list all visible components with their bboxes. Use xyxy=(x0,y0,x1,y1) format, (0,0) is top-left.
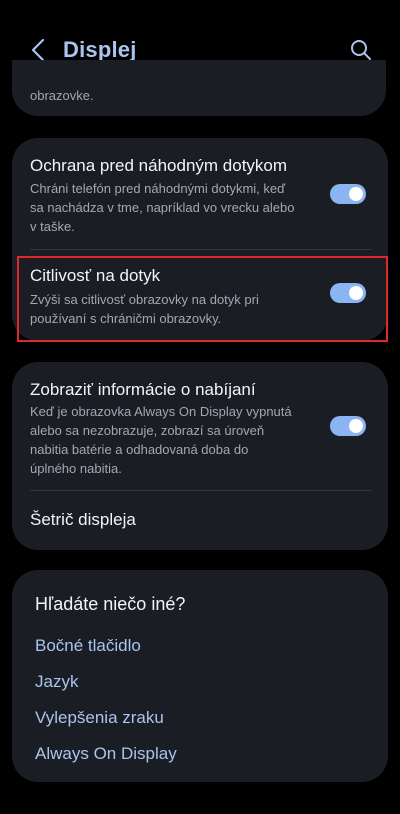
charging-info-title: Zobraziť informácie o nabíjaní xyxy=(30,380,256,399)
screen-saver-row[interactable]: Šetrič displeja xyxy=(12,491,388,550)
previous-settings-card: obrazovke. xyxy=(12,60,386,116)
charging-info-desc-line-1: Keď je obrazovka Always On Display vypnu… xyxy=(30,404,292,419)
screen-saver-title: Šetrič displeja xyxy=(30,510,136,529)
charging-info-desc-line-2: alebo sa nezobrazuje, zobrazí sa úroveň xyxy=(30,423,265,438)
previous-setting-description: obrazovke. xyxy=(30,88,94,103)
suggestions-title: Hľadáte niečo iné? xyxy=(35,594,186,614)
suggestion-link-visibility-enhancements[interactable]: Vylepšenia zraku xyxy=(35,708,164,728)
accidental-touch-toggle[interactable] xyxy=(330,184,366,204)
charging-info-row[interactable]: Zobraziť informácie o nabíjaní Keď je ob… xyxy=(12,362,388,490)
accidental-touch-desc-line-3: v taške. xyxy=(30,219,75,234)
charging-settings-card: Zobraziť informácie o nabíjaní Keď je ob… xyxy=(12,362,388,550)
charging-info-toggle[interactable] xyxy=(330,416,366,436)
highlight-box xyxy=(17,256,388,342)
toggle-knob xyxy=(349,187,363,201)
back-chevron-icon xyxy=(31,38,45,62)
charging-info-desc-line-4: úplného nabitia. xyxy=(30,461,122,476)
accidental-touch-desc-line-1: Chráni telefón pred náhodnými dotykmi, k… xyxy=(30,181,286,196)
suggestion-link-side-button[interactable]: Bočné tlačidlo xyxy=(35,636,141,656)
suggestion-link-always-on-display[interactable]: Always On Display xyxy=(35,744,177,764)
accidental-touch-desc-line-2: sa nachádza v tme, napríklad vo vrecku a… xyxy=(30,200,295,215)
accidental-touch-title: Ochrana pred náhodným dotykom xyxy=(30,156,288,175)
accidental-touch-row[interactable]: Ochrana pred náhodným dotykom Chráni tel… xyxy=(12,138,388,248)
search-icon xyxy=(351,40,371,60)
suggestion-link-language[interactable]: Jazyk xyxy=(35,672,78,692)
charging-info-desc-line-3: nabitia batérie a odhadovaná doba do xyxy=(30,442,249,457)
toggle-knob xyxy=(349,419,363,433)
